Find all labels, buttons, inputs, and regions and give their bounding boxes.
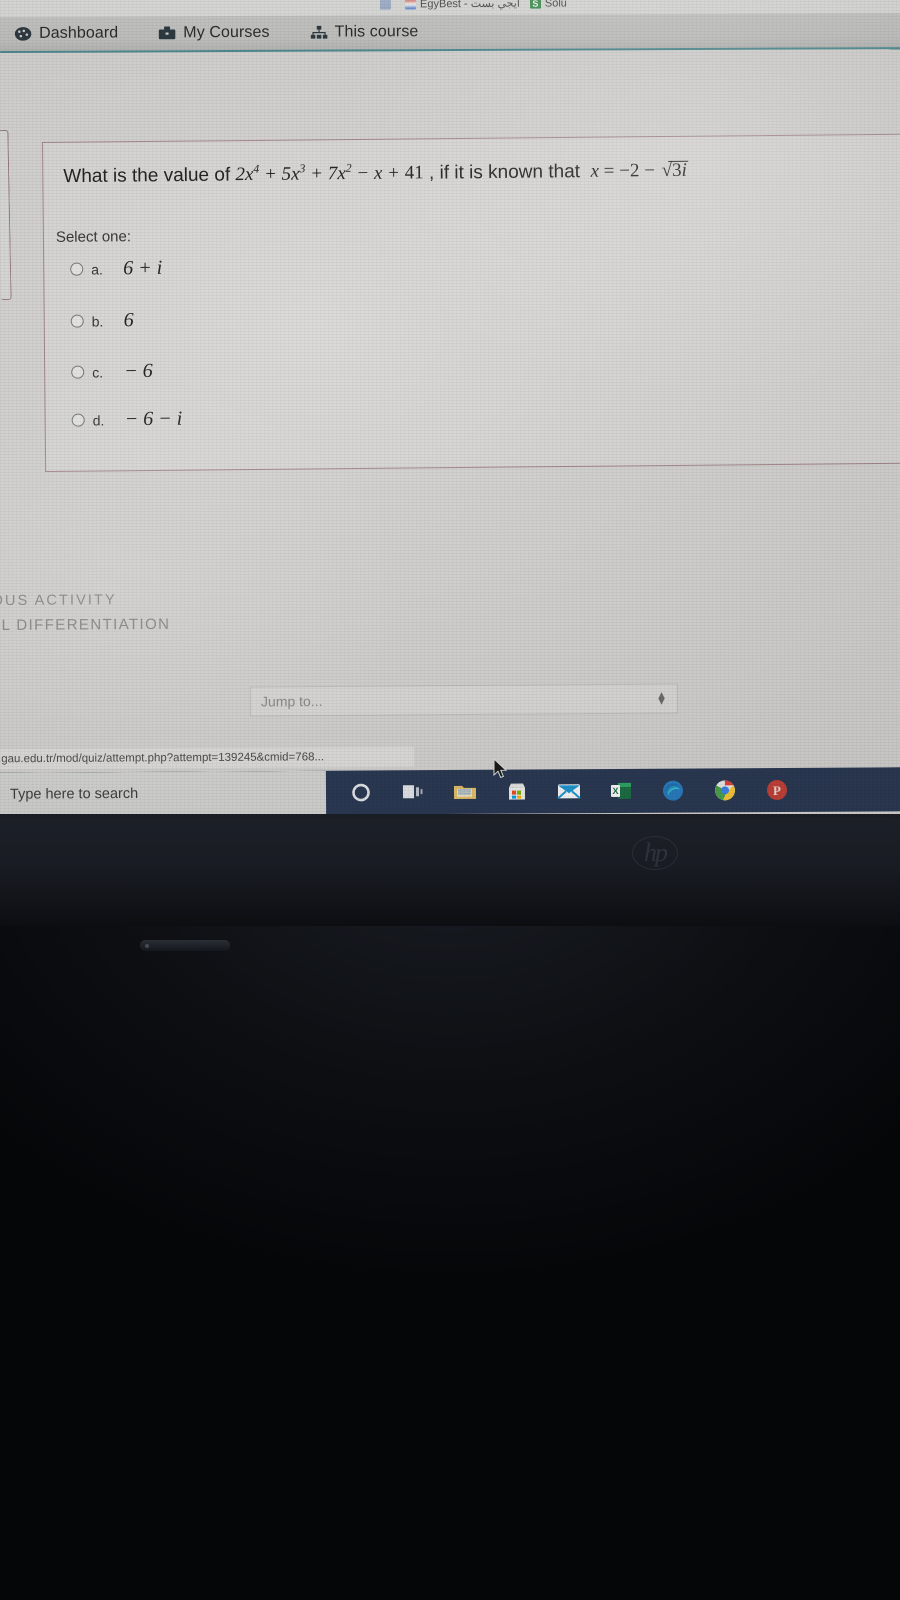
radio-button-c[interactable] <box>71 365 85 379</box>
option-d-letter: d. <box>92 411 105 429</box>
svg-text:X: X <box>612 786 618 796</box>
question-prompt-middle: , if it is known that <box>428 161 581 184</box>
nav-item-dashboard[interactable]: Dashboard <box>14 24 118 42</box>
question-condition: x = −2 − √3i <box>590 160 688 183</box>
task-view-icon[interactable] <box>400 779 426 805</box>
moodle-navbar: Dashboard My Courses This course <box>0 13 900 53</box>
previous-activity-name[interactable]: RTIAL DIFFERENTIATION <box>0 615 322 634</box>
browser-tab-1[interactable]: EgyBest - ايجي بست <box>404 0 520 11</box>
sitemap-icon <box>310 25 328 41</box>
question-prompt-prefix: What is the value of <box>63 164 231 188</box>
nav-item-this-course[interactable]: This course <box>310 23 419 41</box>
question-expression: 2x4 + 5x3 + 7x2 − x + 41 <box>235 162 424 186</box>
radio-button-b[interactable] <box>70 314 84 328</box>
red-p-app-icon[interactable]: P <box>764 777 790 803</box>
browser-tab-1-label: EgyBest - ايجي بست <box>419 0 520 11</box>
radio-button-d[interactable] <box>71 413 85 427</box>
nav-item-my-courses[interactable]: My Courses <box>158 23 270 42</box>
previous-activity-label: EVIOUS ACTIVITY <box>0 592 117 610</box>
option-c-value: − 6 <box>124 359 153 383</box>
file-explorer-icon[interactable] <box>452 779 478 805</box>
laptop-body: ?♪✕✹‘□▭‘⊙’⏮’⏵‖’⏭’✕ !1١@2٢#3٣$4٤%5٥^6٦&7٧… <box>0 814 900 1600</box>
speaker-grille <box>140 940 230 951</box>
s-green-icon: S <box>529 0 541 9</box>
option-a-value: 6 + i <box>123 256 163 280</box>
microsoft-edge-icon[interactable] <box>660 778 686 804</box>
answer-option-c[interactable]: c. − 6 <box>71 360 153 384</box>
status-bar-url: .gau.edu.tr/mod/quiz/attempt.php?attempt… <box>0 751 325 766</box>
egybest-icon <box>404 0 417 10</box>
search-placeholder: Type here to search <box>9 785 139 803</box>
generic-page-icon <box>379 0 392 10</box>
browser-tab-2[interactable]: S Solu <box>529 0 567 10</box>
jump-to-select[interactable]: Jump to... ▲ ▼ <box>249 683 679 717</box>
answer-option-b[interactable]: b. 6 <box>70 309 134 333</box>
question-text: What is the value of 2x4 + 5x3 + 7x2 − x… <box>63 157 883 188</box>
hp-logo: hp <box>632 836 678 870</box>
microsoft-store-icon[interactable] <box>504 779 530 805</box>
select-one-label: Select one: <box>55 228 132 246</box>
answer-option-d[interactable]: d. − 6 − i <box>71 407 183 432</box>
google-chrome-icon[interactable] <box>712 777 738 803</box>
left-drawer-edge[interactable] <box>0 129 12 301</box>
option-b-value: 6 <box>123 309 134 332</box>
answer-option-a[interactable]: a. 6 + i <box>70 257 162 281</box>
jump-to-placeholder: Jump to... <box>260 692 323 710</box>
monitor-screen: EgyBest - ايجي بست S Solu Dashboard My C… <box>0 0 900 818</box>
dashboard-speedometer-icon <box>14 26 32 42</box>
quiz-question-card: What is the value of 2x4 + 5x3 + 7x2 − x… <box>42 133 900 472</box>
nav-item-dashboard-label: Dashboard <box>39 24 119 42</box>
svg-text:P: P <box>773 783 781 798</box>
excel-icon[interactable]: X <box>608 778 634 804</box>
option-a-letter: a. <box>91 260 103 278</box>
nav-item-my-courses-label: My Courses <box>183 23 270 42</box>
browser-tab-2-label: Solu <box>544 0 567 10</box>
option-d-value: − 6 − i <box>124 407 183 431</box>
radio-button-a[interactable] <box>70 262 84 276</box>
nav-item-this-course-label: This course <box>334 23 419 41</box>
mail-icon[interactable] <box>556 778 582 804</box>
chevron-updown-icon: ▲ ▼ <box>656 689 668 708</box>
windows-taskbar: Type here to search X P <box>0 767 900 817</box>
laptop-bezel <box>0 814 900 926</box>
briefcase-icon <box>158 25 176 41</box>
option-c-letter: c. <box>92 363 104 381</box>
browser-tab-0[interactable] <box>379 0 395 10</box>
search-input[interactable]: Type here to search <box>0 770 327 817</box>
previous-activity-block: EVIOUS ACTIVITY RTIAL DIFFERENTIATION <box>0 591 322 634</box>
cortana-circle-icon[interactable] <box>348 779 374 805</box>
browser-status-bar: .gau.edu.tr/mod/quiz/attempt.php?attempt… <box>0 746 415 770</box>
option-b-letter: b. <box>91 312 104 330</box>
